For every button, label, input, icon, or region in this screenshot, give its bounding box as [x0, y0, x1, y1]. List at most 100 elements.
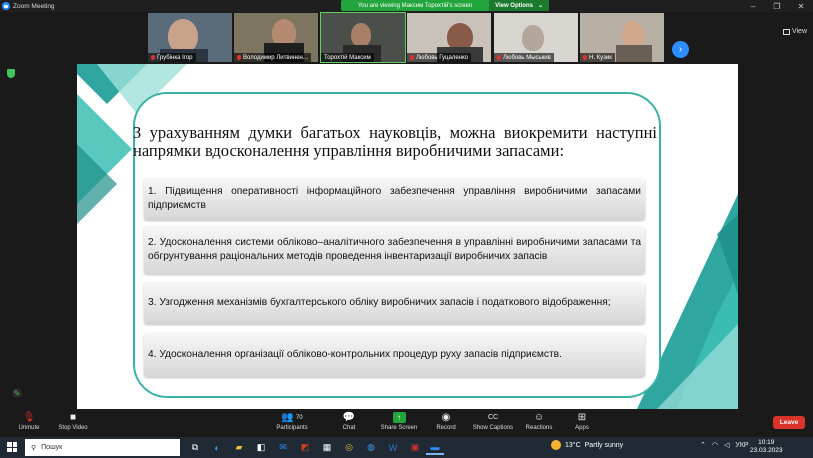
- language-indicator[interactable]: УКР: [735, 442, 748, 449]
- chevron-down-icon: ⌄: [537, 3, 543, 9]
- viewing-message: You are viewing Максим Торохтій's screen: [357, 2, 473, 9]
- chrome-icon[interactable]: ◎: [340, 440, 358, 455]
- apps-icon: ⊞: [577, 412, 587, 423]
- participant-name-text: Любовь Гуцаленко: [416, 54, 468, 61]
- unmute-label: Unmute: [18, 425, 40, 431]
- app-icon[interactable]: ▦: [318, 440, 336, 455]
- clock-time: 10:19: [758, 439, 775, 446]
- participants-icon-row: 👥 70: [264, 411, 320, 424]
- browser-icon[interactable]: ◍: [362, 440, 380, 455]
- stop-video-button[interactable]: ■ Stop Video: [48, 411, 98, 431]
- participant-name: Любовь Гуцаленко: [407, 53, 471, 62]
- record-button[interactable]: ◉ Record: [421, 411, 471, 431]
- participant-tile-active[interactable]: Торохтій Максим: [320, 12, 406, 63]
- participant-name: Грубінка Ігор: [148, 53, 196, 62]
- weather-widget[interactable]: 13°C Partly sunny: [551, 440, 623, 450]
- close-icon[interactable]: ✕: [789, 0, 813, 12]
- show-captions-button[interactable]: CC Show Captions: [468, 411, 518, 431]
- list-item: 2. Удосконалення системи обліково–аналіт…: [144, 226, 645, 274]
- store-icon[interactable]: ◧: [252, 440, 270, 455]
- search-placeholder: Пошук: [41, 444, 63, 451]
- partly-sunny-icon: [551, 440, 561, 450]
- participant-tile[interactable]: Грубінка Ігор: [148, 13, 232, 62]
- participant-name: Торохтій Максим: [321, 53, 374, 62]
- viewing-banner: You are viewing Максим Торохтій's screen…: [341, 0, 549, 11]
- participant-name-text: Грубінка Ігор: [157, 54, 193, 61]
- window-controls: – ❐ ✕: [741, 0, 813, 12]
- list-item-text: 3. Узгодження механізмів бухгалтерського…: [148, 297, 611, 308]
- list-item: 4. Удосконалення організації обліково-ко…: [144, 333, 645, 377]
- restore-icon[interactable]: ❐: [765, 0, 789, 12]
- participant-name-text: Н. Кузик: [589, 54, 612, 61]
- grid-view-icon: [782, 28, 790, 35]
- annotate-pencil-icon[interactable]: ✎: [12, 388, 22, 398]
- apps-button[interactable]: ⊞ Apps: [557, 411, 607, 431]
- office-icon[interactable]: ◩: [296, 440, 314, 455]
- weather-text: Partly sunny: [584, 441, 624, 449]
- participant-video: [522, 25, 544, 51]
- view-options-label: View Options: [495, 2, 533, 9]
- participants-count: 70: [295, 414, 303, 421]
- list-item-text: 2. Удосконалення системи обліково–аналіт…: [148, 237, 641, 262]
- list-item-text: 4. Удосконалення організації обліково-ко…: [148, 349, 562, 360]
- participant-tile[interactable]: Любовь Гуцаленко: [407, 13, 491, 62]
- chat-icon: 💬: [342, 412, 356, 423]
- unmute-button[interactable]: 🎙 Unmute: [4, 411, 54, 431]
- mail-icon[interactable]: ✉: [274, 440, 292, 455]
- edge-icon[interactable]: ◐: [208, 440, 226, 455]
- participant-name: Н. Кузик: [580, 53, 615, 62]
- participant-name: Володимир Литвинен...: [234, 53, 311, 62]
- zoom-taskbar-icon[interactable]: ▬: [426, 440, 444, 455]
- share-screen-icon: ↑: [392, 412, 406, 423]
- show-captions-label: Show Captions: [472, 425, 514, 431]
- participant-video: [351, 23, 371, 47]
- participant-tile[interactable]: Н. Кузик: [580, 13, 664, 62]
- apps-label: Apps: [575, 425, 589, 431]
- share-screen-label: Share Screen: [380, 425, 418, 431]
- chevron-right-icon: ›: [678, 44, 683, 55]
- pdf-icon[interactable]: ▣: [406, 440, 424, 455]
- mic-muted-icon: [497, 55, 501, 60]
- task-view-icon[interactable]: ⧉: [186, 440, 204, 455]
- volume-icon[interactable]: ◁: [724, 441, 729, 449]
- participant-tile[interactable]: Любовь Мыськив: [494, 13, 578, 62]
- chat-button[interactable]: 💬 Chat: [324, 411, 374, 431]
- wifi-icon[interactable]: ◠: [712, 441, 718, 449]
- share-icon-wrap: ↑: [374, 411, 424, 424]
- participants-icon: 👥: [281, 412, 294, 423]
- list-item: 1. Підвищення оперативності інформаційно…: [144, 178, 645, 220]
- slide-heading: З урахуванням думки багатьох науковців, …: [133, 123, 657, 160]
- windows-taskbar: ⚲ Пошук ⧉ ◐ ▰ ◧ ✉ ◩ ▦ ◎ ◍ W ▣ ▬ 13°C Par…: [0, 437, 813, 458]
- word-icon[interactable]: W: [384, 440, 402, 455]
- leave-button[interactable]: Leave: [773, 416, 805, 429]
- zoom-logo-icon: [2, 2, 10, 10]
- participant-tile[interactable]: Володимир Литвинен...: [234, 13, 318, 62]
- share-screen-button[interactable]: ↑ Share Screen: [374, 411, 424, 431]
- stop-video-label: Stop Video: [58, 425, 88, 431]
- mic-muted-icon: [151, 55, 155, 60]
- participants-button[interactable]: 👥 70 Participants: [264, 411, 320, 431]
- taskbar-clock[interactable]: 10:19 23.03.2023: [750, 439, 783, 455]
- minimize-icon[interactable]: –: [741, 0, 765, 12]
- participant-name-text: Торохтій Максим: [324, 54, 371, 61]
- participant-name-text: Любовь Мыськив: [503, 54, 551, 61]
- view-button[interactable]: View: [782, 28, 807, 35]
- list-item-text: 1. Підвищення оперативності інформаційно…: [148, 186, 641, 211]
- view-label: View: [791, 28, 807, 35]
- meeting-toolbar: 🎙 Unmute ■ Stop Video 👥 70 Participants 💬…: [0, 409, 813, 437]
- chat-label: Chat: [342, 425, 356, 431]
- tray-chevron-icon[interactable]: ⌃: [700, 441, 706, 449]
- view-options-button[interactable]: View Options ⌄: [489, 0, 549, 11]
- camera-icon: ■: [69, 412, 77, 423]
- security-shield-icon[interactable]: [7, 69, 15, 78]
- participants-label: Participants: [276, 425, 308, 431]
- search-icon: ⚲: [31, 444, 37, 452]
- windows-start-icon[interactable]: [7, 442, 17, 452]
- system-tray: ⌃ ◠ ◁ УКР: [700, 441, 749, 450]
- participant-video: [168, 19, 198, 53]
- gallery-next-button[interactable]: ›: [672, 41, 689, 58]
- taskbar-search[interactable]: ⚲ Пошук: [25, 439, 180, 456]
- clock-date: 23.03.2023: [750, 447, 783, 454]
- title-bar: Zoom Meeting You are viewing Максим Торо…: [0, 0, 813, 12]
- file-explorer-icon[interactable]: ▰: [230, 440, 248, 455]
